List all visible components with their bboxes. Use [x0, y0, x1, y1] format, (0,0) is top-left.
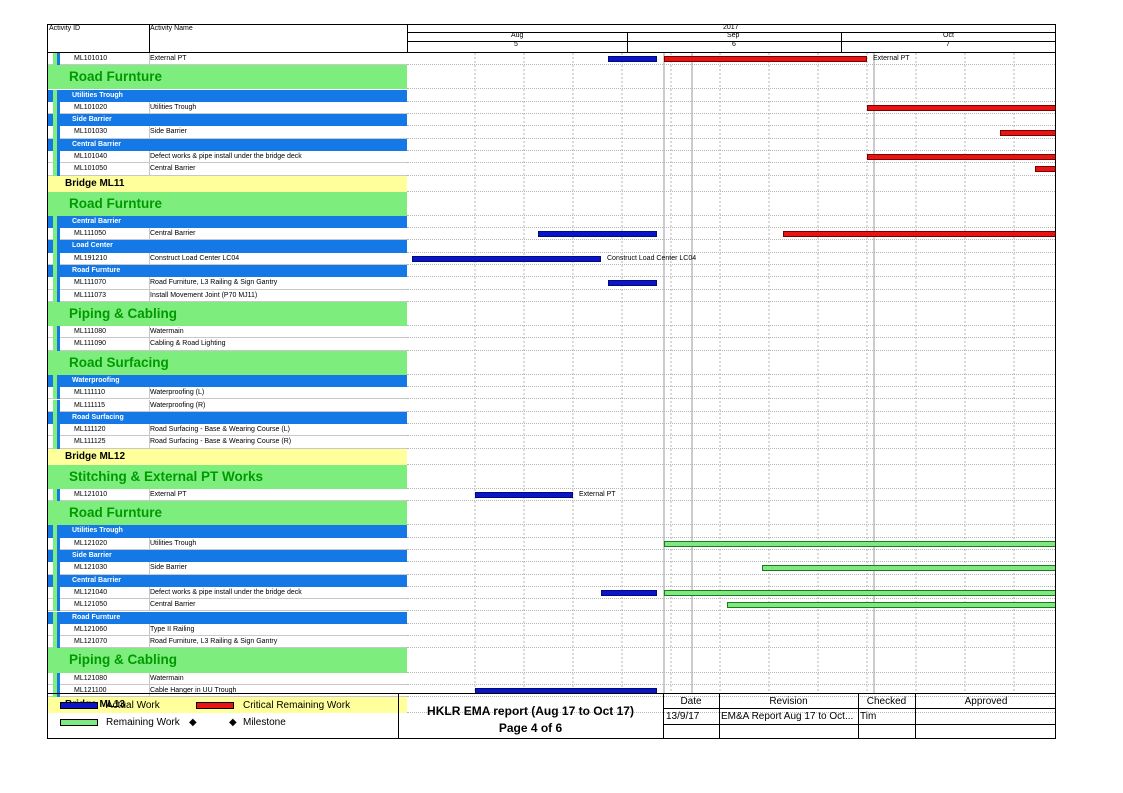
- header-divider: [407, 41, 1055, 42]
- bar-label: Construct Load Center LC04: [607, 254, 697, 262]
- approved-header: Approved: [964, 696, 1008, 707]
- legend-milestone-label: Milestone: [243, 717, 286, 728]
- gantt-bars: External PTUtilities TroughDefect works …: [48, 53, 1055, 695]
- legend-actual-label: Actual Work: [106, 700, 160, 711]
- legend-remaining-label: Remaining Work: [106, 717, 180, 728]
- actual-work-bar[interactable]: [601, 590, 657, 597]
- actual-work-bar[interactable]: [608, 280, 657, 287]
- legend-swatch-critical: [196, 702, 234, 709]
- actual-work-bar[interactable]: [475, 492, 573, 499]
- bar-label: External PT: [873, 55, 910, 62]
- remaining-work-bar[interactable]: [727, 602, 1055, 609]
- activity-name-header: Activity Name: [150, 25, 193, 32]
- date-header: Date: [680, 696, 702, 707]
- bar-label: External PT: [579, 490, 616, 498]
- legend-diamond-icon: ◆: [189, 717, 197, 728]
- critical-work-bar[interactable]: [867, 104, 1055, 111]
- legend-swatch-remaining: [60, 719, 98, 726]
- header-divider: [841, 32, 842, 53]
- timescale-period-5: 5: [514, 41, 518, 48]
- gantt-sheet: Activity ID Activity Name 2017 Aug Sep O…: [47, 24, 1056, 739]
- actual-work-bar[interactable]: [608, 56, 657, 63]
- gantt-header: Activity ID Activity Name 2017 Aug Sep O…: [48, 24, 1055, 53]
- revision-value: EM&A Report Aug 17 to Oct...: [721, 711, 854, 722]
- timescale-month-oct: Oct: [943, 32, 954, 39]
- actual-work-bar[interactable]: [412, 255, 601, 262]
- legend-swatch-actual: [60, 702, 98, 709]
- footer-divider: [663, 724, 1055, 725]
- timescale-year: 2017: [723, 24, 739, 31]
- remaining-work-bar[interactable]: [664, 540, 1055, 547]
- activity-id-header: Activity ID: [49, 25, 81, 32]
- header-divider: [149, 25, 150, 53]
- critical-work-bar[interactable]: [1000, 129, 1055, 136]
- remaining-work-bar[interactable]: [762, 565, 1055, 572]
- timescale-period-7: 7: [946, 41, 950, 48]
- critical-work-bar[interactable]: [664, 56, 867, 63]
- page-number: Page 4 of 6: [498, 721, 563, 735]
- report-title: HKLR EMA report (Aug 17 to Oct 17): [427, 704, 634, 718]
- critical-work-bar[interactable]: [1035, 166, 1055, 173]
- revision-header: Revision: [769, 696, 808, 707]
- critical-work-bar[interactable]: [867, 154, 1055, 161]
- date-value: 13/9/17: [666, 711, 700, 722]
- header-divider: [407, 25, 408, 53]
- actual-work-bar[interactable]: [538, 231, 657, 238]
- footer-divider: [663, 708, 1055, 709]
- report-footer: Actual Work Critical Remaining Work Rema…: [48, 693, 1055, 738]
- remaining-work-bar[interactable]: [664, 590, 1055, 597]
- checked-header: Checked: [866, 696, 907, 707]
- checked-value: Tim: [860, 711, 877, 722]
- critical-work-bar[interactable]: [783, 231, 1055, 238]
- header-divider: [407, 32, 1055, 33]
- timescale-period-6: 6: [732, 41, 736, 48]
- legend-critical-label: Critical Remaining Work: [243, 700, 351, 711]
- timescale-month-sep: Sep: [727, 32, 740, 39]
- timescale-month-aug: Aug: [511, 32, 524, 39]
- milestone-diamond-icon: ◆: [229, 717, 237, 728]
- header-divider: [627, 32, 628, 53]
